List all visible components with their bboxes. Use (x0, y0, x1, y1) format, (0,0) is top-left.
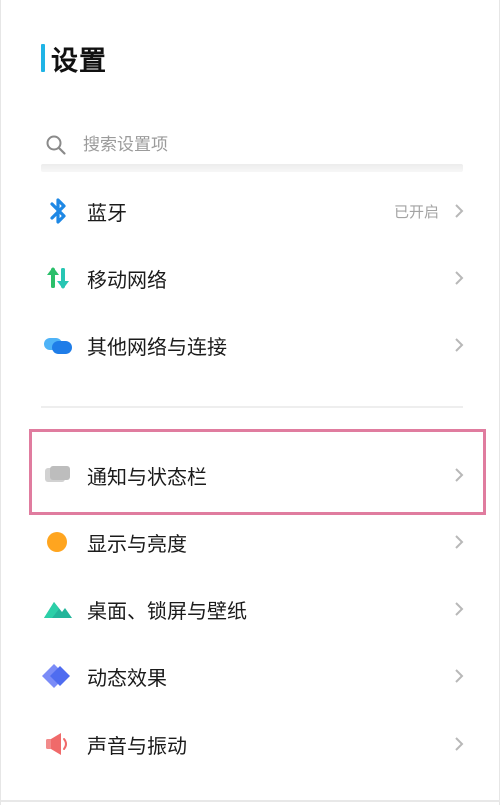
settings-item-label: 蓝牙 (87, 200, 127, 225)
settings-item-label: 显示与亮度 (87, 531, 187, 556)
chevron-right-icon (453, 667, 465, 685)
settings-item-other-network[interactable]: 其他网络与连接 (41, 325, 465, 365)
page-title-wrap: 设置 (41, 40, 107, 77)
chevron-right-icon (453, 269, 465, 287)
settings-item-wallpaper[interactable]: 桌面、锁屏与壁纸 (41, 589, 465, 629)
chevron-right-icon (453, 533, 465, 551)
search-icon (46, 135, 66, 155)
search-divider (41, 164, 463, 172)
speaker-icon (41, 727, 75, 761)
wallpaper-mountain-icon (41, 592, 75, 626)
settings-page: 设置 蓝牙 已开启 移动网络 (0, 0, 500, 805)
status-text: 已开启 (393, 202, 439, 221)
settings-item-bluetooth[interactable]: 蓝牙 已开启 (41, 191, 465, 231)
settings-item-sound[interactable]: 声音与振动 (41, 724, 465, 764)
settings-item-mobile-network[interactable]: 移动网络 (41, 258, 465, 298)
settings-item-label: 桌面、锁屏与壁纸 (87, 598, 247, 623)
other-network-icon (41, 328, 75, 362)
mobile-data-icon (41, 261, 75, 295)
section-divider (41, 406, 463, 408)
title-accent-bar (41, 44, 45, 72)
settings-item-label: 移动网络 (87, 267, 167, 292)
bluetooth-icon (41, 194, 75, 228)
chevron-right-icon (453, 600, 465, 618)
search-bar[interactable] (45, 128, 463, 162)
page-title: 设置 (51, 45, 107, 77)
display-brightness-icon (41, 525, 75, 559)
search-input[interactable] (83, 135, 383, 155)
highlight-box (29, 429, 486, 515)
chevron-right-icon (453, 202, 465, 220)
settings-item-label: 动态效果 (87, 665, 167, 690)
settings-item-label: 其他网络与连接 (87, 334, 227, 359)
chevron-right-icon (453, 336, 465, 354)
animation-diamond-icon (41, 659, 75, 693)
settings-item-label: 声音与振动 (87, 733, 187, 758)
chevron-right-icon (453, 735, 465, 753)
settings-item-animation[interactable]: 动态效果 (41, 656, 465, 696)
settings-item-display[interactable]: 显示与亮度 (41, 522, 465, 562)
bottom-divider (1, 800, 500, 802)
